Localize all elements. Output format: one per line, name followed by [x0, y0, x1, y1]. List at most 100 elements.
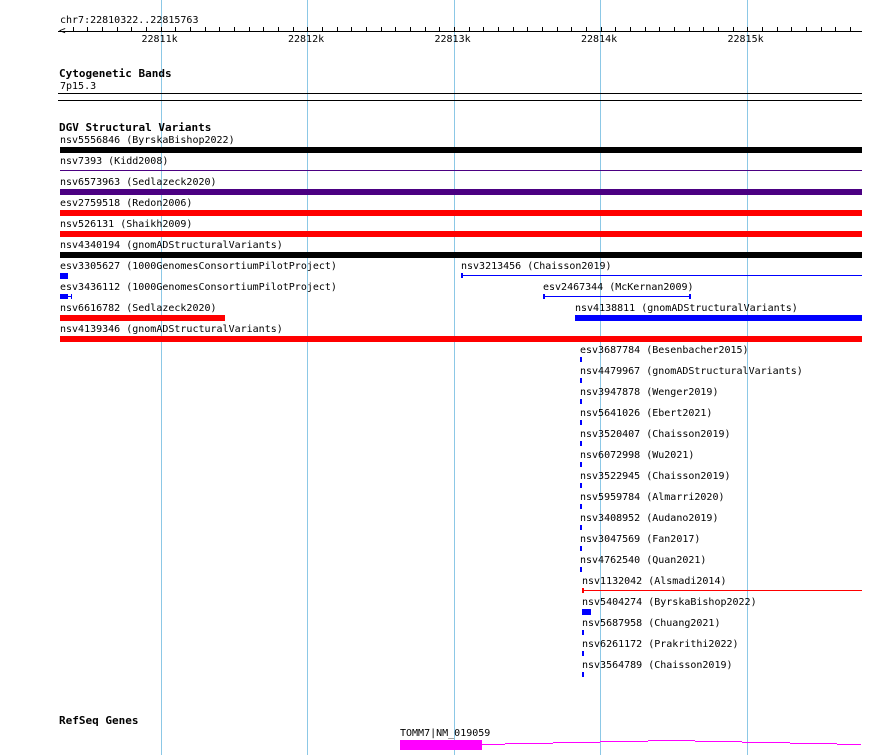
variant-bar[interactable]	[580, 483, 582, 488]
ruler-tick	[733, 27, 734, 32]
variant-bar[interactable]	[580, 378, 582, 383]
variant-label[interactable]: nsv3520407 (Chaisson2019)	[580, 429, 731, 440]
variant-bar[interactable]	[582, 651, 584, 656]
gene-segment[interactable]	[482, 744, 505, 745]
gene-segment[interactable]	[790, 743, 837, 744]
left-arrow-icon[interactable]: <	[59, 25, 66, 36]
variant-bar[interactable]	[60, 147, 862, 153]
variant-label[interactable]: nsv3947878 (Wenger2019)	[580, 387, 718, 398]
variant-bar[interactable]	[582, 588, 584, 593]
ruler-tick-label: 22813k	[434, 34, 471, 45]
variant-bar[interactable]	[582, 630, 584, 635]
variant-label[interactable]: nsv4138811 (gnomADStructuralVariants)	[575, 303, 798, 314]
ruler-tick	[234, 27, 235, 32]
variant-label[interactable]: nsv3564789 (Chaisson2019)	[582, 660, 733, 671]
ruler-tick	[659, 27, 660, 32]
variant-bar[interactable]	[580, 441, 582, 446]
variant-label[interactable]: esv2467344 (McKernan2009)	[543, 282, 694, 293]
variant-bar[interactable]	[60, 315, 225, 321]
variant-label[interactable]: nsv3522945 (Chaisson2019)	[580, 471, 731, 482]
variant-bar[interactable]	[580, 462, 582, 467]
ruler-tick	[674, 27, 675, 32]
variant-bar[interactable]	[543, 294, 545, 299]
variant-bar[interactable]	[543, 296, 691, 297]
ruler-tick	[263, 27, 264, 32]
variant-label[interactable]: nsv4479967 (gnomADStructuralVariants)	[580, 366, 803, 377]
ruler-tick	[557, 27, 558, 32]
cyto-band[interactable]	[58, 93, 862, 94]
ruler-tick	[205, 27, 206, 32]
variant-bar[interactable]	[582, 672, 584, 677]
variant-bar[interactable]	[580, 399, 582, 404]
variant-label[interactable]: esv3305627 (1000GenomesConsortiumPilotPr…	[60, 261, 337, 272]
variant-bar[interactable]	[60, 210, 862, 216]
variant-bar[interactable]	[461, 273, 463, 278]
ruler-tick	[703, 27, 704, 32]
variant-label[interactable]: nsv6573963 (Sedlazeck2020)	[60, 177, 217, 188]
variant-bar[interactable]	[580, 420, 582, 425]
variant-bar[interactable]	[582, 609, 591, 615]
major-grid-line	[307, 0, 308, 755]
gene-segment[interactable]	[742, 742, 790, 743]
gene-segment[interactable]	[400, 740, 482, 750]
dgv-track-title: DGV Structural Variants	[59, 121, 212, 134]
ruler-tick	[542, 27, 543, 32]
variant-label[interactable]: nsv4762540 (Quan2021)	[580, 555, 706, 566]
variant-bar[interactable]	[60, 273, 68, 279]
variant-bar[interactable]	[60, 231, 862, 237]
variant-label[interactable]: nsv6072998 (Wu2021)	[580, 450, 694, 461]
variant-bar[interactable]	[60, 189, 862, 195]
variant-bar[interactable]	[60, 170, 862, 171]
variant-bar[interactable]	[60, 336, 862, 342]
gene-segment[interactable]	[553, 742, 600, 743]
variant-bar[interactable]	[580, 357, 582, 362]
ruler-tick	[791, 27, 792, 32]
gene-segment[interactable]	[505, 743, 553, 744]
variant-label[interactable]: nsv7393 (Kidd2008)	[60, 156, 168, 167]
variant-bar[interactable]	[461, 275, 862, 276]
ruler-tick	[278, 27, 279, 32]
ruler-tick-label: 22811k	[141, 34, 178, 45]
ruler-tick	[381, 27, 382, 32]
variant-label[interactable]: nsv3047569 (Fan2017)	[580, 534, 700, 545]
variant-label[interactable]: nsv3213456 (Chaisson2019)	[461, 261, 612, 272]
variant-label[interactable]: nsv6616782 (Sedlazeck2020)	[60, 303, 217, 314]
ruler-tick	[395, 27, 396, 32]
variant-bar[interactable]	[580, 546, 582, 551]
ruler-tick	[102, 27, 103, 32]
ruler-tick	[425, 27, 426, 32]
variant-bar[interactable]	[689, 294, 691, 299]
gene-segment[interactable]	[695, 741, 742, 742]
variant-label[interactable]: esv2759518 (Redon2006)	[60, 198, 192, 209]
variant-label[interactable]: nsv5641026 (Ebert2021)	[580, 408, 712, 419]
variant-label[interactable]: esv3436112 (1000GenomesConsortiumPilotPr…	[60, 282, 337, 293]
gene-segment[interactable]	[837, 744, 861, 745]
ruler-tick	[747, 27, 748, 32]
variant-label[interactable]: esv3687784 (Besenbacher2015)	[580, 345, 749, 356]
variant-bar[interactable]	[582, 590, 862, 591]
ruler-tick-label: 22812k	[288, 34, 325, 45]
variant-bar[interactable]	[580, 567, 582, 572]
ruler-tick	[337, 27, 338, 32]
gene-label[interactable]: TOMM7|NM_019059	[400, 728, 490, 739]
variant-bar[interactable]	[71, 294, 72, 299]
variant-label[interactable]: nsv6261172 (Prakrithi2022)	[582, 639, 739, 650]
variant-label[interactable]: nsv3408952 (Audano2019)	[580, 513, 718, 524]
variant-label[interactable]: nsv4139346 (gnomADStructuralVariants)	[60, 324, 283, 335]
variant-bar[interactable]	[580, 525, 582, 530]
variant-label[interactable]: nsv526131 (Shaikh2009)	[60, 219, 192, 230]
ruler-tick	[439, 27, 440, 32]
gene-segment[interactable]	[648, 740, 695, 741]
ruler-tick	[630, 27, 631, 32]
variant-label[interactable]: nsv5687958 (Chuang2021)	[582, 618, 720, 629]
ruler-axis[interactable]	[58, 31, 862, 32]
gene-segment[interactable]	[600, 741, 648, 742]
variant-label[interactable]: nsv5404274 (ByrskaBishop2022)	[582, 597, 757, 608]
variant-label[interactable]: nsv4340194 (gnomADStructuralVariants)	[60, 240, 283, 251]
variant-bar[interactable]	[60, 252, 862, 258]
variant-label[interactable]: nsv5959784 (Almarri2020)	[580, 492, 725, 503]
variant-bar[interactable]	[580, 504, 582, 509]
variant-label[interactable]: nsv5556846 (ByrskaBishop2022)	[60, 135, 235, 146]
variant-bar[interactable]	[575, 315, 862, 321]
variant-label[interactable]: nsv1132042 (Alsmadi2014)	[582, 576, 727, 587]
